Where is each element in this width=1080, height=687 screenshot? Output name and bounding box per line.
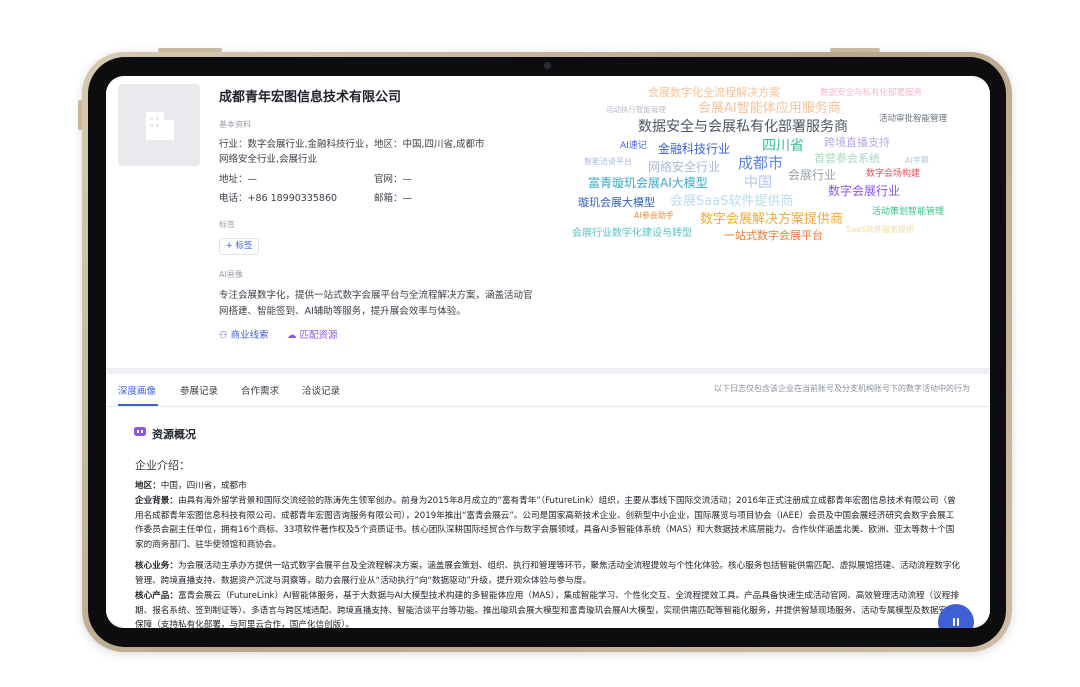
cloud-word: 富青璇玑会展AI大模型 — [588, 176, 708, 190]
cloud-word: 会展SaaS软件提供商 — [670, 194, 794, 209]
core-product-label: 核心产品： — [135, 591, 178, 601]
cloud-word: SaaS软件服务提供 — [846, 225, 914, 234]
core-product-paragraph: 核心产品：富青会展云（FutureLink）AI智能体服务，基于大数据与AI大模… — [135, 589, 961, 628]
add-tag-button[interactable]: + 标签 — [219, 238, 259, 255]
ai-profile-description: 专注会展数字化，提供一站式数字会展平台与全流程解决方案，涵盖活动官网搭建、智能签… — [219, 290, 533, 317]
core-business-label: 核心业务： — [135, 561, 178, 571]
phone-info: 电话：+86 18990335860 — [219, 193, 338, 204]
background-label: 企业背景： — [135, 496, 178, 506]
tab-note: 以下日志仅包含该企业在当前账号及分支机构账号下的数字活动中的行为 — [714, 384, 970, 393]
address-info: 地址：— — [219, 174, 258, 185]
active-tab-indicator — [118, 404, 158, 406]
tab-exhibit-records[interactable]: 参展记录 — [180, 383, 218, 397]
power-button — [158, 48, 222, 52]
cloud-word: 会展行业数字化建设与转型 — [572, 228, 692, 239]
core-product-text: 富青会展云（FutureLink）AI智能体服务，基于大数据与AI大模型技术构建… — [135, 591, 959, 628]
email-info: 邮箱：— — [374, 193, 413, 204]
side-button — [78, 100, 82, 130]
core-business-paragraph: 核心业务：为会展活动主承办方提供一站式数字会展平台及全流程解决方案，涵盖展会策划… — [135, 559, 961, 588]
cloud-word: AI速记 — [620, 141, 647, 151]
cloud-word: 活动审批智能管理 — [879, 114, 948, 124]
business-leads-label: 商业线索 — [230, 330, 269, 341]
company-logo-placeholder — [118, 84, 200, 166]
cloud-word: 金融科技行业 — [658, 142, 731, 156]
building-icon — [146, 112, 174, 140]
ai-sparkle-icon — [134, 427, 146, 436]
match-resources-link[interactable]: ☁ 匹配资源 — [287, 327, 338, 341]
camera-dot — [544, 62, 551, 69]
cloud-word: 一站式数字会展平台 — [724, 229, 823, 242]
cloud-word: AI字幕 — [905, 156, 929, 165]
cloud-word: 成都市 — [738, 154, 784, 172]
intro-title: 企业介绍： — [135, 459, 190, 472]
section-title: 资源概况 — [152, 428, 196, 441]
cloud-word: AI参会助手 — [634, 211, 674, 220]
cloud-word: 网络安全行业 — [648, 160, 721, 174]
cloud-word: 跨境直播支持 — [824, 136, 890, 149]
cloud-word: 数字会展解决方案提供商 — [700, 212, 844, 227]
cloud-word: 会展行业 — [788, 168, 837, 182]
chat-icon: ☁ — [287, 330, 297, 341]
screen: 成都青年宏图信息技术有限公司 基本资料 行业：数字会展行业,金融科技行业， 地区… — [106, 76, 990, 628]
link-icon: ⚇ — [219, 330, 228, 341]
region-label: 地区： — [135, 481, 161, 491]
company-profile-card: 成都青年宏图信息技术有限公司 基本资料 行业：数字会展行业,金融科技行业， 地区… — [106, 76, 990, 368]
business-leads-link[interactable]: ⚇ 商业线索 — [219, 327, 269, 341]
cloud-word: 会展AI智能体应用服务商 — [698, 101, 841, 116]
industry-info: 行业：数字会展行业,金融科技行业， — [219, 139, 375, 150]
keyword-cloud: 会展数字化全流程解决方案 数据安全与私有化部署服务 活动执行智能管理 会展AI智… — [566, 78, 976, 248]
detail-card: 深度画像 参展记录 合作需求 洽谈记录 以下日志仅包含该企业在当前账号及分支机构… — [106, 374, 990, 628]
tab-bar: 深度画像 参展记录 合作需求 洽谈记录 以下日志仅包含该企业在当前账号及分支机构… — [106, 374, 990, 407]
cloud-word: 数字会展行业 — [828, 184, 901, 198]
cloud-word: 智能洽谈平台 — [584, 157, 632, 166]
ai-profile-label: AI画像 — [219, 270, 243, 279]
cloud-word: 中国 — [744, 175, 772, 191]
company-name: 成都青年宏图信息技术有限公司 — [219, 90, 402, 105]
industry-info-line2: 网络安全行业,会展行业 — [219, 154, 318, 165]
background-text: 由具有海外留学背景和国际交流经验的陈涛先生领军创办。前身为2015年8月成立的“… — [135, 496, 956, 550]
cloud-word: 活动执行智能管理 — [606, 105, 666, 114]
cloud-word: 数据安全与会展私有化部署服务商 — [638, 119, 848, 135]
match-resources-label: 匹配资源 — [299, 330, 338, 341]
tag-section-label: 标签 — [219, 220, 235, 229]
region-text: 中国，四川省，成都市 — [160, 481, 247, 491]
assistant-icon — [953, 618, 955, 626]
tab-deep-profile[interactable]: 深度画像 — [118, 383, 156, 397]
assistant-icon-bar — [957, 618, 959, 626]
cloud-word: 数字会场构建 — [866, 169, 921, 179]
volume-button — [830, 48, 880, 52]
website-info: 官网：— — [374, 174, 413, 185]
cloud-word: 首营参会系统 — [814, 152, 880, 165]
cloud-word: 活动策划智能管理 — [872, 207, 945, 217]
background-paragraph: 企业背景：由具有海外留学背景和国际交流经验的陈涛先生领军创办。前身为2015年8… — [135, 494, 961, 552]
region-paragraph: 地区：中国，四川省，成都市 — [135, 479, 961, 494]
core-business-text: 为会展活动主承办方提供一站式数字会展平台及全流程解决方案，涵盖展会策划、组织、执… — [135, 561, 961, 586]
cloud-word: 璇玑会展大模型 — [578, 196, 655, 209]
tab-cooperation-needs[interactable]: 合作需求 — [241, 383, 279, 397]
basic-info-label: 基本资料 — [219, 120, 251, 129]
region-info: 地区：中国,四川省,成都市 — [374, 139, 485, 150]
tab-negotiation-records[interactable]: 洽谈记录 — [302, 383, 340, 397]
